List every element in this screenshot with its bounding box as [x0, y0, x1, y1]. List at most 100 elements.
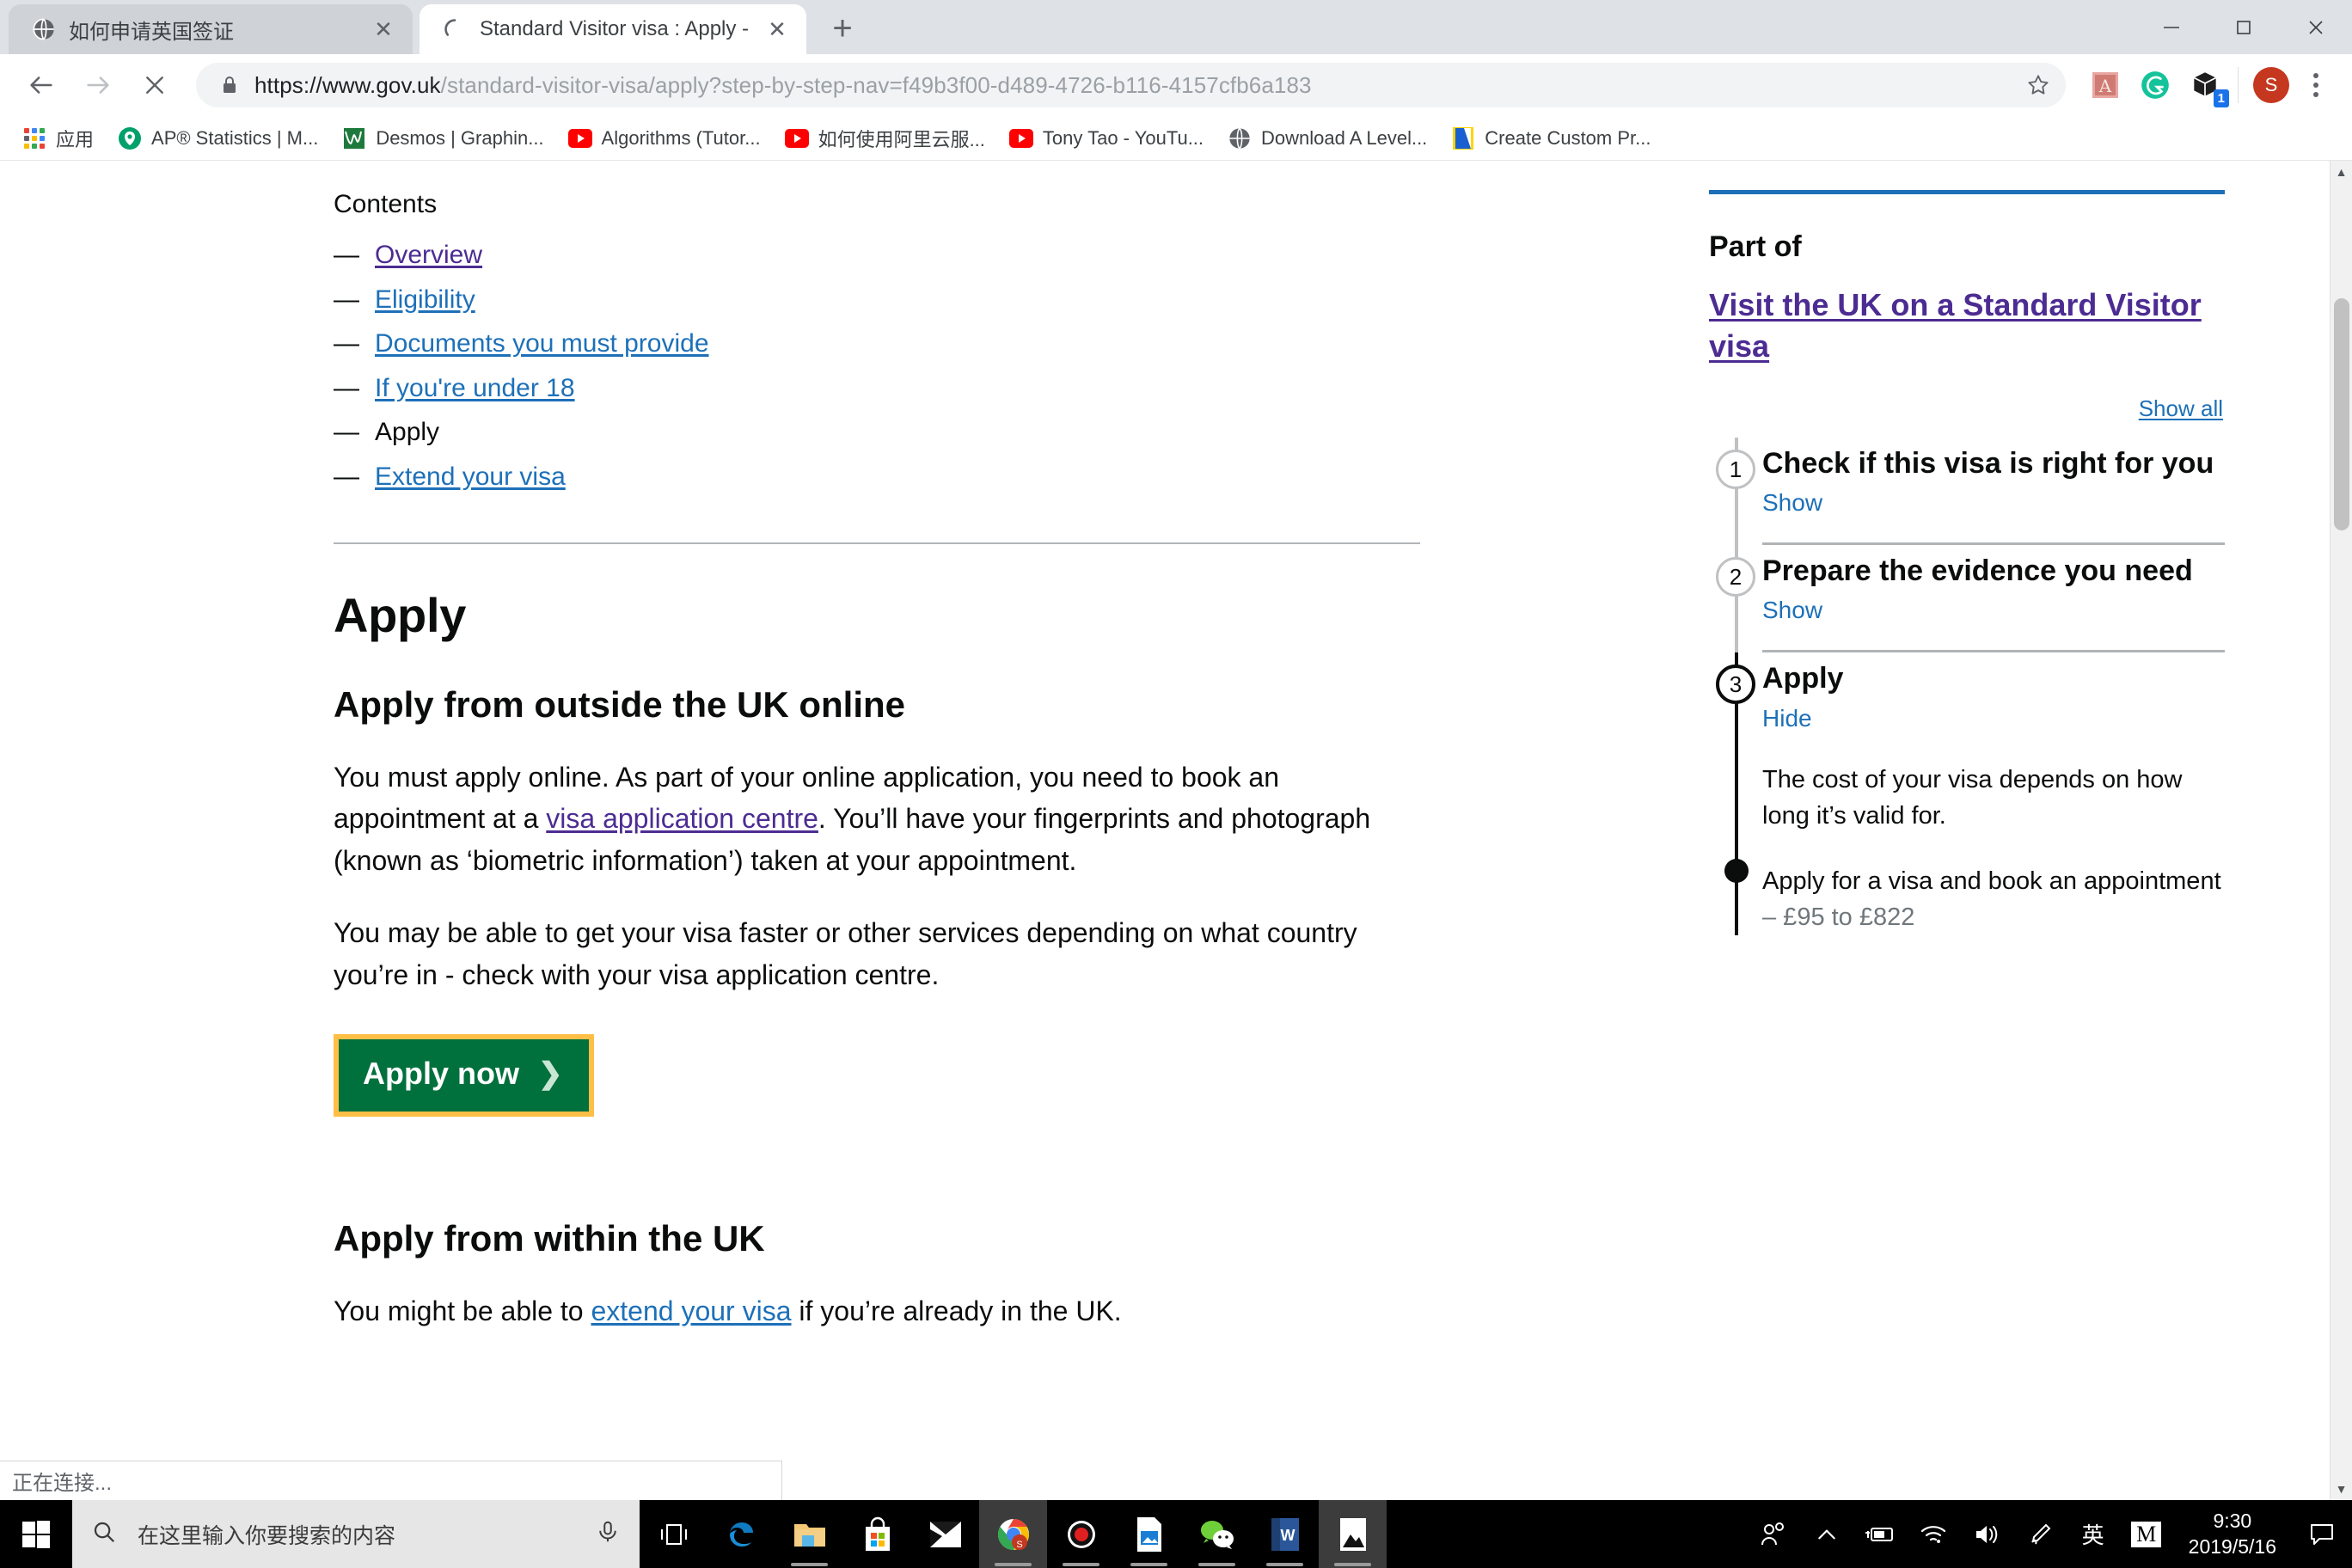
contents-heading: Contents: [334, 190, 438, 218]
battery-charging-icon[interactable]: [1853, 1500, 1907, 1568]
photos-app-icon[interactable]: [1319, 1500, 1387, 1568]
browser-window: 如何申请英国签证 ✕ Standard Visitor visa : Apply…: [0, 0, 2352, 1500]
bookmark-algorithms[interactable]: Algorithms (Tutor...: [558, 121, 771, 156]
stop-loading-icon[interactable]: [129, 59, 181, 111]
star-icon[interactable]: [2019, 66, 2057, 104]
steps-list: 1 Check if this visa is right for you Sh…: [1709, 438, 2225, 935]
address-bar[interactable]: https://www.gov.uk/standard-visitor-visa…: [196, 63, 2066, 107]
section-heading-outside-uk: Apply from outside the UK online: [334, 683, 906, 725]
bookmark-create-custom-pr[interactable]: Create Custom Pr...: [1441, 121, 1661, 156]
contents-link-extend[interactable]: Extend your visa: [375, 455, 566, 499]
bookmark-aliyun[interactable]: 如何使用阿里云服...: [775, 119, 995, 157]
people-icon[interactable]: [1747, 1500, 1800, 1568]
svg-text:A: A: [2098, 76, 2112, 96]
bookmark-label: Desmos | Graphin...: [376, 126, 544, 149]
contents-item-eligibility[interactable]: — Eligibility: [334, 278, 1460, 322]
dash: —: [334, 373, 359, 402]
maximize-button[interactable]: [2208, 0, 2280, 54]
bookmark-download-a-level[interactable]: Download A Level...: [1217, 121, 1437, 156]
package-extension-icon[interactable]: 1: [2186, 66, 2229, 107]
apply-now-button[interactable]: Apply now ❯: [334, 1033, 594, 1117]
scrollbar-thumb[interactable]: [2334, 298, 2349, 530]
pen-workspace-icon[interactable]: [2013, 1500, 2067, 1568]
taskbar-app-list: S W: [640, 1500, 1387, 1568]
section-divider: [334, 542, 1420, 544]
contents-item-overview[interactable]: — Overview: [334, 233, 1460, 278]
status-text: 正在连接...: [12, 1472, 113, 1495]
step-toggle-show[interactable]: Show: [1762, 597, 1822, 624]
step-toggle-hide[interactable]: Hide: [1762, 705, 1812, 732]
link-visa-application-centre[interactable]: visa application centre: [546, 803, 818, 834]
task-view-icon[interactable]: [640, 1500, 707, 1568]
step-body: Apply Hide The cost of your visa depends…: [1762, 652, 2225, 934]
action-center-icon[interactable]: [2292, 1500, 2352, 1568]
chrome-menu-icon[interactable]: [2295, 61, 2337, 109]
close-window-button[interactable]: [2280, 0, 2352, 54]
mail-icon[interactable]: [911, 1500, 979, 1568]
close-icon[interactable]: ✕: [763, 15, 791, 43]
step-toggle-show[interactable]: Show: [1762, 489, 1822, 517]
url-text: https://www.gov.uk/standard-visitor-visa…: [254, 72, 1312, 99]
url-path: /standard-visitor-visa/apply?step-by-ste…: [440, 71, 1312, 98]
minimize-button[interactable]: [2135, 0, 2208, 54]
contents-link-under-18[interactable]: If you're under 18: [375, 366, 575, 411]
taskbar-search-box[interactable]: 在这里输入你要搜索的内容: [72, 1500, 640, 1568]
apply-now-wrapper: Apply now ❯: [334, 1033, 594, 1117]
microsoft-store-icon[interactable]: [843, 1500, 911, 1568]
show-all-button[interactable]: Show all: [2139, 395, 2223, 421]
contents-link-eligibility[interactable]: Eligibility: [375, 278, 475, 322]
search-input[interactable]: 在这里输入你要搜索的内容: [138, 1519, 574, 1550]
contents-item-documents[interactable]: — Documents you must provide: [334, 322, 1460, 366]
sidebar-top-rule: [1709, 190, 2225, 194]
microphone-icon[interactable]: [595, 1519, 621, 1549]
link-extend-your-visa[interactable]: extend your visa: [591, 1295, 791, 1326]
browser-tab-1[interactable]: 如何申请英国签证 ✕: [9, 4, 413, 54]
taskbar-clock[interactable]: 9:30 2019/5/16: [2173, 1500, 2292, 1568]
volume-icon[interactable]: [1960, 1500, 2013, 1568]
wifi-icon[interactable]: [1907, 1500, 1960, 1568]
bookmark-desmos[interactable]: Desmos | Graphin...: [332, 121, 554, 156]
tab-strip: 如何申请英国签证 ✕ Standard Visitor visa : Apply…: [0, 0, 2352, 54]
wechat-icon[interactable]: [1183, 1500, 1251, 1568]
part-of-link[interactable]: Visit the UK on a Standard Visitor visa: [1709, 285, 2225, 366]
collegeboard-icon: [118, 126, 142, 150]
step-paragraph-cost: The cost of your visa depends on how lon…: [1762, 765, 2183, 830]
vertical-scrollbar[interactable]: ▲ ▼: [2330, 161, 2352, 1500]
paragraph-text-a: You might be able to: [334, 1295, 591, 1326]
bookmark-apps[interactable]: 应用: [12, 119, 104, 157]
extension-icons: A 1: [2081, 66, 2229, 107]
recorder-icon[interactable]: [1047, 1500, 1115, 1568]
photo-viewer-icon[interactable]: [1115, 1500, 1183, 1568]
system-tray: 英 M 9:30 2019/5/16: [1747, 1500, 2352, 1568]
show-hidden-icons-chevron-icon[interactable]: [1800, 1500, 1853, 1568]
avatar[interactable]: S: [2252, 66, 2290, 104]
scroll-down-arrow-icon[interactable]: ▼: [2331, 1478, 2352, 1500]
step-title: Prepare the evidence you need: [1762, 554, 2193, 588]
ime-language-icon[interactable]: 英: [2067, 1500, 2120, 1568]
google-chrome-icon[interactable]: S: [979, 1500, 1047, 1568]
step-body: Prepare the evidence you need Show: [1762, 545, 2225, 653]
contents-item-extend[interactable]: — Extend your visa: [334, 455, 1460, 499]
grammarly-extension-icon[interactable]: [2136, 66, 2174, 104]
bookmark-ap-statistics[interactable]: AP® Statistics | M...: [107, 121, 328, 156]
adobe-acrobat-extension-icon[interactable]: A: [2086, 66, 2124, 104]
forward-arrow-icon[interactable]: [72, 59, 124, 111]
new-tab-button[interactable]: +: [818, 4, 867, 52]
file-explorer-icon[interactable]: [775, 1500, 843, 1568]
windows-start-icon[interactable]: [0, 1500, 72, 1568]
svg-text:S: S: [1016, 1540, 1022, 1550]
scroll-up-arrow-icon[interactable]: ▲: [2331, 161, 2352, 183]
ime-mode-icon[interactable]: M: [2120, 1500, 2173, 1568]
bookmark-tony-tao[interactable]: Tony Tao - YouTu...: [999, 121, 1214, 156]
browser-tab-2[interactable]: Standard Visitor visa : Apply - ✕: [420, 4, 806, 54]
dash: —: [334, 462, 359, 491]
microsoft-word-icon[interactable]: W: [1251, 1500, 1319, 1568]
contents-link-overview[interactable]: Overview: [375, 233, 482, 278]
step-link-apply-book: Apply for a visa and book an appointment: [1762, 867, 2221, 895]
back-arrow-icon[interactable]: [15, 59, 67, 111]
contents-link-documents[interactable]: Documents you must provide: [375, 322, 709, 366]
contents-item-under-18[interactable]: — If you're under 18: [334, 366, 1460, 411]
desmos-icon: [342, 126, 366, 150]
close-icon[interactable]: ✕: [370, 15, 397, 43]
microsoft-edge-icon[interactable]: [707, 1500, 775, 1568]
